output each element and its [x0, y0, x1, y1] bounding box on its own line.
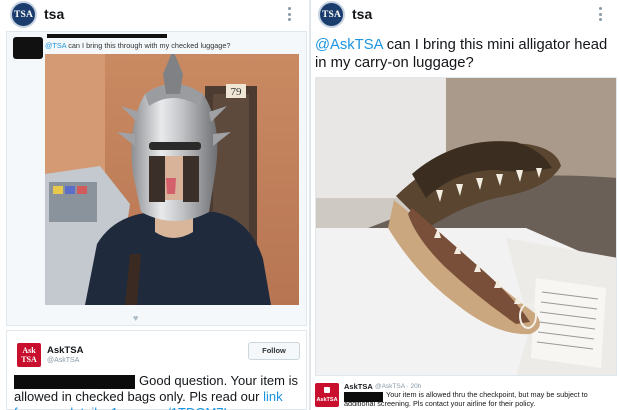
redacted-avatar [13, 37, 43, 59]
alligator-head-photo[interactable] [315, 77, 617, 376]
right-post-panel: TSA tsa @AskTSA can I bring this mini al… [313, 0, 620, 410]
asktsa-avatar[interactable]: AskTSA [315, 383, 339, 407]
asktsa-reply-card[interactable]: Ask TSA AskTSA @AskTSA Follow Good questi… [6, 330, 307, 410]
account-name[interactable]: tsa [352, 6, 372, 22]
follow-button[interactable]: Follow [248, 342, 300, 360]
left-post-panel: TSA tsa @TSA can I bring this through wi… [0, 0, 311, 410]
embedded-tweet[interactable]: @TSA can I bring this through with my ch… [6, 31, 307, 326]
more-vertical-icon[interactable] [284, 5, 294, 23]
more-vertical-icon[interactable] [595, 5, 605, 23]
account-name[interactable]: tsa [44, 6, 64, 22]
tsa-profile-avatar[interactable]: TSA [318, 1, 345, 28]
mention-link[interactable]: @TSA [45, 41, 66, 50]
reply-text: Good question. Your item is allowed in c… [14, 373, 299, 410]
gladiator-helmet-photo[interactable]: 79 [45, 54, 299, 305]
reply-text: Your item is allowed thru the checkpoint… [344, 390, 588, 408]
mention-link[interactable]: @AskTSA [315, 37, 383, 53]
post-header: TSA tsa [313, 0, 620, 28]
redacted-name [47, 34, 167, 38]
house-number-sign: 79 [231, 86, 243, 98]
reply-author-handle: @AskTSA · 20h [375, 383, 422, 390]
asktsa-reply[interactable]: AskTSA AskTSA @AskTSA · 20h Your item is… [313, 381, 620, 410]
asktsa-avatar[interactable]: AskTSA [17, 343, 41, 367]
heart-icon[interactable]: ♥ [133, 313, 138, 323]
reply-author-name[interactable]: AskTSA [344, 382, 373, 391]
post-header: TSA tsa [0, 0, 309, 28]
reply-author-name[interactable]: AskTSA [47, 345, 83, 356]
question-tweet-text: @AskTSA can I bring this mini alligator … [315, 37, 608, 71]
reply-author-handle: @AskTSA [47, 357, 80, 364]
embedded-tweet-text: @TSA can I bring this through with my ch… [45, 41, 231, 50]
tsa-profile-avatar[interactable]: TSA [10, 1, 37, 28]
